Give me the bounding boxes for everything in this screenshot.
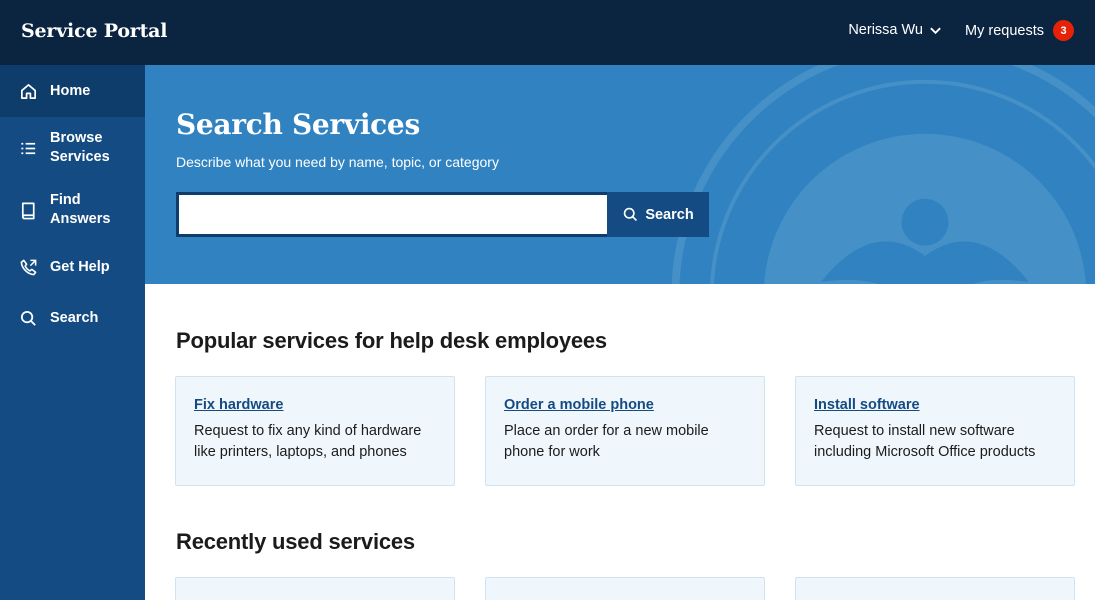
page-title: Search Services xyxy=(176,108,420,141)
service-card: Fix hardware Request to fix any kind of … xyxy=(175,376,455,486)
sidebar-item-find-answers[interactable]: Find Answers xyxy=(0,179,145,241)
search-button[interactable]: Search xyxy=(607,192,709,237)
sidebar-item-label: Home xyxy=(50,82,91,99)
my-requests-label: My requests xyxy=(965,22,1044,39)
service-card[interactable] xyxy=(795,577,1075,600)
top-bar: Service Portal Nerissa Wu My requests 3 xyxy=(0,0,1095,65)
service-card-description: Place an order for a new mobile phone fo… xyxy=(504,423,709,460)
list-icon xyxy=(18,138,38,158)
service-card-link[interactable]: Fix hardware xyxy=(194,397,436,413)
service-card: Install software Request to install new … xyxy=(795,376,1075,486)
sidebar-item-label: Search xyxy=(50,309,99,326)
search-hero: Search Services Describe what you need b… xyxy=(145,65,1095,284)
sidebar-item-home[interactable]: Home xyxy=(0,65,145,117)
search-icon xyxy=(18,308,38,328)
search-input[interactable] xyxy=(176,192,607,237)
service-card-link[interactable]: Order a mobile phone xyxy=(504,397,746,413)
chevron-down-icon xyxy=(930,27,941,34)
service-card[interactable] xyxy=(485,577,765,600)
search-form: Search xyxy=(176,192,709,237)
service-card-description: Request to fix any kind of hardware like… xyxy=(194,423,422,460)
book-icon xyxy=(18,200,38,220)
service-card-link[interactable]: Install software xyxy=(814,397,1056,413)
popular-services-heading: Popular services for help desk employees xyxy=(176,328,607,353)
user-name: Nerissa Wu xyxy=(848,22,923,38)
sidebar-nav: Home Browse Services Find Answers Get He… xyxy=(0,65,145,600)
service-card-description: Request to install new software includin… xyxy=(814,423,1036,460)
brand-logo[interactable]: Service Portal xyxy=(21,20,168,42)
recent-services-list xyxy=(175,577,1075,600)
service-card[interactable] xyxy=(175,577,455,600)
service-card: Order a mobile phone Place an order for … xyxy=(485,376,765,486)
my-requests-link[interactable]: My requests 3 xyxy=(965,20,1074,41)
sidebar-item-label: Get Help xyxy=(50,258,110,275)
sidebar-item-get-help[interactable]: Get Help xyxy=(0,241,145,293)
page-subtitle: Describe what you need by name, topic, o… xyxy=(176,154,499,170)
search-icon xyxy=(624,207,638,222)
user-menu[interactable]: Nerissa Wu xyxy=(848,22,942,38)
seal-watermark xyxy=(671,65,1095,284)
popular-services-list: Fix hardware Request to fix any kind of … xyxy=(175,376,1075,486)
sidebar-item-search[interactable]: Search xyxy=(0,293,145,343)
recent-services-heading: Recently used services xyxy=(176,529,415,554)
sidebar-item-browse-services[interactable]: Browse Services xyxy=(0,117,145,179)
search-button-label: Search xyxy=(645,206,694,223)
sidebar-item-label: Find Answers xyxy=(50,192,111,227)
home-icon xyxy=(18,81,38,101)
sidebar-item-label: Browse Services xyxy=(50,130,110,165)
phone-icon xyxy=(18,257,38,277)
requests-count-badge: 3 xyxy=(1053,20,1074,41)
